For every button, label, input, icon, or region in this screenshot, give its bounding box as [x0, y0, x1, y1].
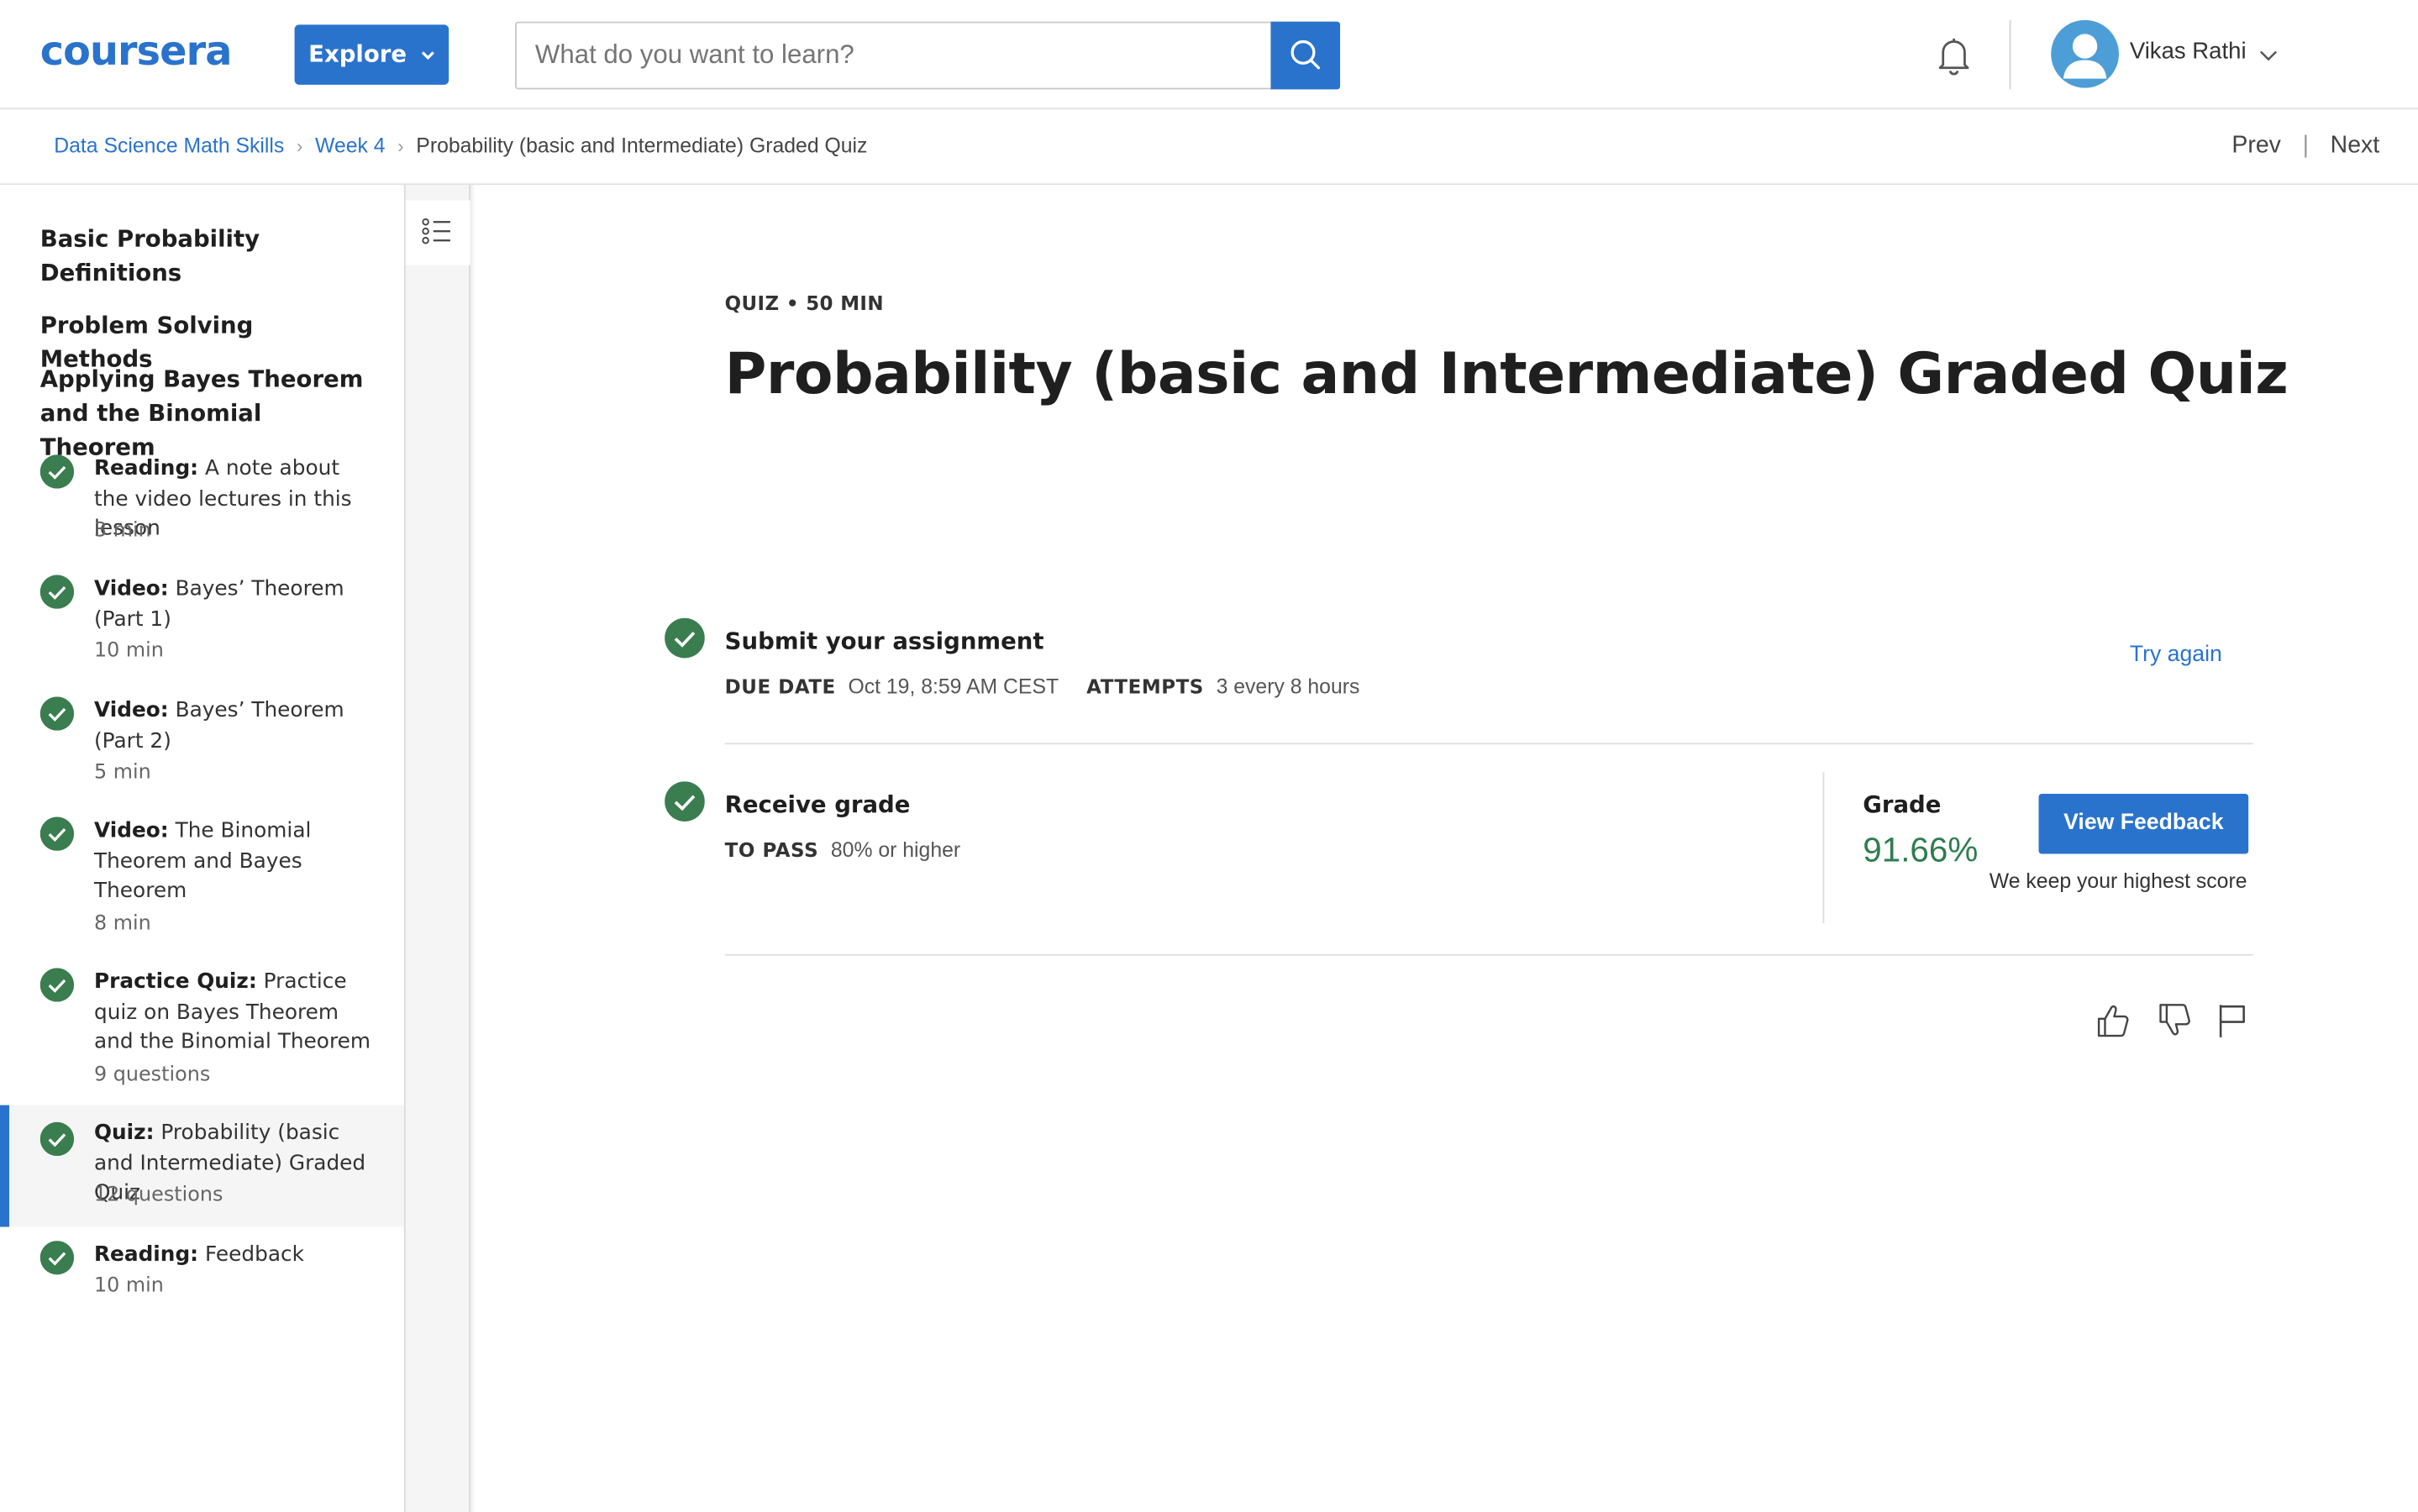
header-divider	[2009, 19, 2011, 90]
check-circle-icon	[39, 575, 75, 609]
chevron-right-icon: ›	[397, 134, 404, 157]
check-circle-icon	[665, 781, 705, 822]
item-duration: 3 min	[93, 519, 151, 543]
view-feedback-button[interactable]: View Feedback	[2038, 793, 2249, 854]
highest-score-note: We keep your highest score	[1989, 869, 2247, 893]
search-button[interactable]	[1270, 21, 1341, 90]
to-pass-label: TO PASS	[724, 838, 819, 862]
list-icon	[422, 218, 450, 244]
item-duration: 8 min	[93, 912, 151, 936]
item-eyebrow: QUIZ • 50 MIN	[724, 291, 884, 315]
outline-toggle-rail	[403, 185, 470, 1512]
breadcrumb-course[interactable]: Data Science Math Skills	[54, 134, 284, 158]
coursera-logo[interactable]: coursera	[40, 29, 233, 76]
check-circle-icon	[39, 1121, 75, 1157]
sidebar-item-video-bayes-2[interactable]: Video: Bayes’ Theorem (Part 2) 5 min	[0, 696, 404, 804]
bell-icon	[1938, 38, 1969, 76]
prev-next-nav: Prev | Next	[2231, 133, 2379, 160]
search-icon	[1290, 39, 1321, 70]
grade-divider	[1822, 772, 1825, 924]
check-circle-icon	[39, 1241, 75, 1275]
thumbs-down-icon[interactable]	[2154, 1000, 2195, 1041]
to-pass-value: 80% or higher	[830, 838, 961, 862]
grade-label: Grade	[1863, 790, 1942, 819]
sidebar-item-graded-quiz[interactable]: Quiz: Probability (basic and Intermediat…	[0, 1105, 404, 1227]
grade-value: 91.66%	[1863, 831, 1979, 869]
pass-meta: TO PASS 80% or higher	[725, 838, 960, 862]
item-type: Reading:	[93, 456, 199, 481]
item-duration: 10 min	[93, 1274, 164, 1298]
item-duration: 5 min	[93, 761, 151, 785]
sidebar-heading-bayes-binomial[interactable]: Applying Bayes Theorem and the Binomial …	[40, 362, 372, 464]
sidebar-heading-basic-probability[interactable]: Basic Probability Definitions	[40, 222, 372, 290]
explore-label: Explore	[308, 39, 407, 68]
page-title: Probability (basic and Intermediate) Gra…	[724, 340, 2289, 407]
check-circle-icon	[39, 696, 75, 731]
sidebar-item-video-bayes-1[interactable]: Video: Bayes’ Theorem (Part 1) 10 min	[0, 575, 404, 682]
user-menu-chevron[interactable]	[2258, 43, 2279, 65]
item-type: Practice Quiz:	[93, 969, 257, 995]
top-header: coursera Explore What do you want to lea…	[0, 0, 2418, 110]
course-outline-sidebar: Basic Probability Definitions Problem So…	[0, 185, 404, 1512]
breadcrumb-bar: Data Science Math Skills › Week 4 › Prob…	[0, 109, 2418, 186]
item-type: Video:	[93, 698, 169, 723]
sidebar-item-reading-note[interactable]: Reading: A note about the video lectures…	[0, 454, 404, 562]
attempts-label: ATTEMPTS	[1086, 675, 1204, 699]
breadcrumb-current: Probability (basic and Intermediate) Gra…	[416, 134, 868, 158]
chevron-down-icon	[2259, 50, 2278, 61]
prev-button[interactable]: Prev	[2231, 133, 2281, 160]
sidebar-item-label: Video: The Binomial Theorem and Bayes Th…	[94, 816, 380, 907]
item-type: Reading:	[93, 1242, 199, 1268]
thumbs-up-icon[interactable]	[2093, 1000, 2133, 1041]
sidebar-item-label: Practice Quiz: Practice quiz on Bayes Th…	[94, 968, 380, 1058]
search-input[interactable]	[516, 23, 1273, 88]
item-title: Feedback	[205, 1242, 305, 1268]
next-button[interactable]: Next	[2331, 133, 2380, 160]
sidebar-item-label: Video: Bayes’ Theorem (Part 1)	[94, 575, 380, 635]
flag-icon[interactable]	[2213, 1000, 2253, 1041]
section-divider	[724, 743, 2253, 745]
nav-separator: |	[2302, 132, 2309, 159]
sidebar-item-label: Reading: Feedback	[94, 1241, 380, 1271]
user-avatar-icon	[2063, 34, 2107, 79]
check-circle-icon	[39, 816, 75, 851]
check-circle-icon	[665, 617, 705, 659]
breadcrumb-week[interactable]: Week 4	[315, 134, 386, 158]
explore-button[interactable]: Explore	[294, 24, 449, 87]
check-circle-icon	[39, 968, 75, 1002]
item-question-count: 9 questions	[93, 1063, 211, 1087]
item-type: Video:	[93, 576, 169, 601]
chevron-down-icon	[421, 26, 435, 87]
due-date-value: Oct 19, 8:59 AM CEST	[848, 675, 1059, 699]
due-date-label: DUE DATE	[724, 675, 836, 699]
notifications-button[interactable]	[1929, 31, 1979, 81]
submit-title: Submit your assignment	[724, 627, 1044, 655]
item-duration: 10 min	[93, 639, 164, 664]
user-name[interactable]: Vikas Rathi	[2130, 39, 2247, 65]
page: coursera Explore What do you want to lea…	[0, 0, 2418, 1512]
item-type: Quiz:	[93, 1120, 155, 1146]
breadcrumb: Data Science Math Skills › Week 4 › Prob…	[54, 134, 867, 158]
sidebar-item-label: Video: Bayes’ Theorem (Part 2)	[94, 696, 380, 757]
rail-shadow	[470, 185, 476, 1512]
submit-meta: DUE DATE Oct 19, 8:59 AM CEST ATTEMPTS 3 ev…	[725, 675, 1360, 699]
sidebar-item-practice-quiz[interactable]: Practice Quiz: Practice quiz on Bayes Th…	[0, 968, 404, 1106]
sidebar-item-reading-feedback[interactable]: Reading: Feedback 10 min	[0, 1241, 404, 1318]
try-again-link[interactable]: Try again	[2130, 643, 2222, 667]
section-divider	[724, 953, 2253, 956]
sidebar-item-video-binomial[interactable]: Video: The Binomial Theorem and Bayes Th…	[0, 816, 404, 955]
attempts-value: 3 every 8 hours	[1216, 675, 1360, 699]
chevron-right-icon: ›	[296, 134, 303, 157]
search-box	[515, 21, 1341, 90]
item-question-count: 12 questions	[93, 1184, 223, 1207]
outline-toggle-button[interactable]	[405, 200, 470, 265]
avatar[interactable]	[2051, 19, 2119, 88]
receive-grade-title: Receive grade	[724, 790, 911, 819]
check-circle-icon	[39, 454, 75, 489]
item-type: Video:	[93, 818, 169, 843]
